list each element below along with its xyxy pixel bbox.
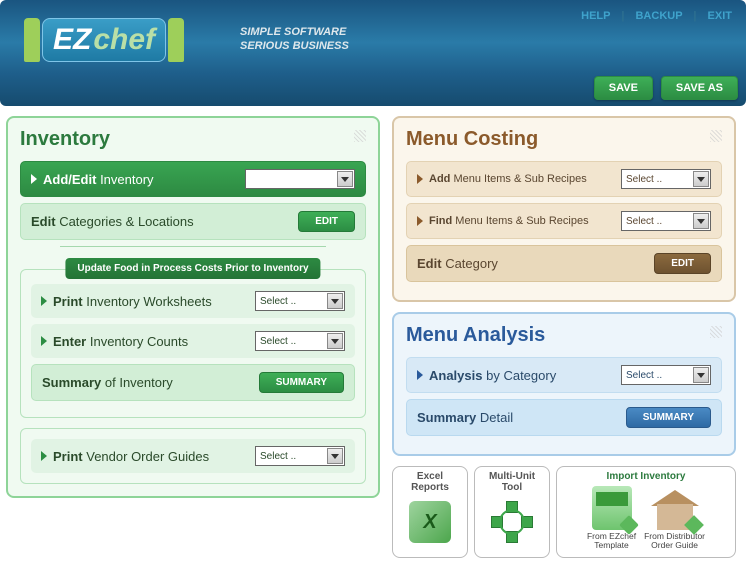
multi-unit-tile[interactable]: Multi-UnitTool bbox=[474, 466, 550, 558]
save-button-group: SAVE SAVE AS bbox=[594, 76, 738, 100]
exit-link[interactable]: EXIT bbox=[708, 10, 732, 22]
find-menu-items-label: Find Menu Items & Sub Recipes bbox=[417, 215, 589, 227]
dropdown-arrow-icon bbox=[693, 213, 709, 229]
right-column: Menu Costing Add Menu Items & Sub Recipe… bbox=[392, 116, 736, 558]
logo-ez: EZ bbox=[53, 23, 91, 56]
menu-costing-panel: Menu Costing Add Menu Items & Sub Recipe… bbox=[392, 116, 736, 302]
inventory-process-section: Update Food in Process Costs Prior to In… bbox=[20, 269, 366, 418]
triangle-icon bbox=[41, 296, 47, 306]
dropdown-arrow-icon bbox=[693, 171, 709, 187]
warehouse-icon bbox=[651, 490, 699, 530]
chef-left-icon bbox=[24, 18, 40, 62]
vendor-section: Print Vendor Order Guides Select .. bbox=[20, 428, 366, 484]
add-menu-items-row: Add Menu Items & Sub Recipes Select .. bbox=[406, 161, 722, 197]
dropdown-arrow-icon bbox=[337, 171, 353, 187]
chef-right-icon bbox=[168, 18, 184, 62]
dropdown-arrow-icon bbox=[327, 448, 343, 464]
divider bbox=[60, 246, 326, 247]
dropdown-arrow-icon bbox=[693, 367, 709, 383]
triangle-icon bbox=[41, 451, 47, 461]
grip-icon bbox=[710, 130, 722, 142]
inventory-title: Inventory bbox=[20, 128, 366, 151]
backup-link[interactable]: BACKUP bbox=[635, 10, 682, 22]
summary-inventory-label: Summary of Inventory bbox=[42, 375, 173, 390]
menu-costing-title: Menu Costing bbox=[406, 128, 722, 151]
menu-analysis-panel: Menu Analysis Analysis by Category Selec… bbox=[392, 312, 736, 456]
edit-category-button[interactable]: EDIT bbox=[654, 253, 711, 274]
grip-icon bbox=[354, 130, 366, 142]
triangle-icon bbox=[417, 174, 423, 184]
logo: EZchef bbox=[24, 18, 184, 62]
edit-categories-row: Edit Categories & Locations EDIT bbox=[20, 203, 366, 240]
print-vendor-row: Print Vendor Order Guides Select .. bbox=[31, 439, 355, 473]
multi-unit-icon bbox=[491, 501, 533, 543]
edit-categories-button[interactable]: EDIT bbox=[298, 211, 355, 232]
save-as-button[interactable]: SAVE AS bbox=[661, 76, 738, 100]
bottom-tiles: ExcelReports Multi-UnitTool Import Inven… bbox=[392, 466, 736, 558]
separator: | bbox=[693, 10, 696, 22]
left-column: Inventory Add/Edit Inventory Select .. E… bbox=[6, 116, 380, 558]
logo-box: EZchef bbox=[42, 18, 166, 62]
save-button[interactable]: SAVE bbox=[594, 76, 653, 100]
logo-chef: chef bbox=[93, 23, 155, 56]
summary-detail-button[interactable]: SUMMARY bbox=[626, 407, 711, 428]
enter-counts-label: Enter Inventory Counts bbox=[41, 334, 188, 349]
enter-counts-row: Enter Inventory Counts Select .. bbox=[31, 324, 355, 358]
add-edit-inventory-label: Add/Edit Inventory bbox=[31, 172, 154, 187]
app-header: EZchef SIMPLE SOFTWARE SERIOUS BUSINESS … bbox=[0, 0, 746, 106]
analysis-category-label: Analysis by Category bbox=[417, 368, 556, 383]
dropdown-arrow-icon bbox=[327, 293, 343, 309]
enter-counts-select[interactable]: Select .. bbox=[255, 331, 345, 351]
triangle-icon bbox=[417, 370, 423, 380]
analysis-category-select[interactable]: Select .. bbox=[621, 365, 711, 385]
summary-inventory-row: Summary of Inventory SUMMARY bbox=[31, 364, 355, 401]
triangle-icon bbox=[31, 174, 37, 184]
add-menu-items-label: Add Menu Items & Sub Recipes bbox=[417, 173, 587, 185]
template-icon bbox=[592, 486, 632, 530]
import-inventory-title: Import Inventory bbox=[607, 471, 686, 482]
find-menu-items-row: Find Menu Items & Sub Recipes Select .. bbox=[406, 203, 722, 239]
add-edit-inventory-row: Add/Edit Inventory Select .. bbox=[20, 161, 366, 197]
add-menu-items-select[interactable]: Select .. bbox=[621, 169, 711, 189]
add-edit-inventory-select[interactable]: Select .. bbox=[245, 169, 355, 189]
summary-inventory-button[interactable]: SUMMARY bbox=[259, 372, 344, 393]
summary-detail-row: Summary Detail SUMMARY bbox=[406, 399, 722, 436]
summary-detail-label: Summary Detail bbox=[417, 410, 513, 425]
analysis-category-row: Analysis by Category Select .. bbox=[406, 357, 722, 393]
edit-categories-label: Edit Categories & Locations bbox=[31, 214, 194, 229]
edit-category-row: Edit Category EDIT bbox=[406, 245, 722, 282]
excel-reports-tile[interactable]: ExcelReports bbox=[392, 466, 468, 558]
menu-analysis-title: Menu Analysis bbox=[406, 324, 722, 347]
inventory-panel: Inventory Add/Edit Inventory Select .. E… bbox=[6, 116, 380, 498]
print-vendor-select[interactable]: Select .. bbox=[255, 446, 345, 466]
help-link[interactable]: HELP bbox=[581, 10, 610, 22]
triangle-icon bbox=[417, 216, 423, 226]
top-links: HELP | BACKUP | EXIT bbox=[581, 10, 732, 22]
print-worksheets-row: Print Inventory Worksheets Select .. bbox=[31, 284, 355, 318]
print-worksheets-label: Print Inventory Worksheets bbox=[41, 294, 212, 309]
excel-icon bbox=[409, 501, 451, 543]
print-vendor-label: Print Vendor Order Guides bbox=[41, 449, 209, 464]
import-inventory-tile: Import Inventory From EZchefTemplate Fro… bbox=[556, 466, 736, 558]
find-menu-items-select[interactable]: Select .. bbox=[621, 211, 711, 231]
grip-icon bbox=[710, 326, 722, 338]
import-from-distributor[interactable]: From DistributorOrder Guide bbox=[644, 490, 705, 551]
separator: | bbox=[621, 10, 624, 22]
tagline: SIMPLE SOFTWARE SERIOUS BUSINESS bbox=[240, 26, 349, 54]
triangle-icon bbox=[41, 336, 47, 346]
main-content: Inventory Add/Edit Inventory Select .. E… bbox=[0, 106, 746, 568]
tagline-1: SIMPLE SOFTWARE bbox=[240, 26, 349, 40]
edit-category-label: Edit Category bbox=[417, 256, 498, 271]
tagline-2: SERIOUS BUSINESS bbox=[240, 40, 349, 54]
print-worksheets-select[interactable]: Select .. bbox=[255, 291, 345, 311]
update-food-header[interactable]: Update Food in Process Costs Prior to In… bbox=[65, 258, 320, 279]
dropdown-arrow-icon bbox=[327, 333, 343, 349]
